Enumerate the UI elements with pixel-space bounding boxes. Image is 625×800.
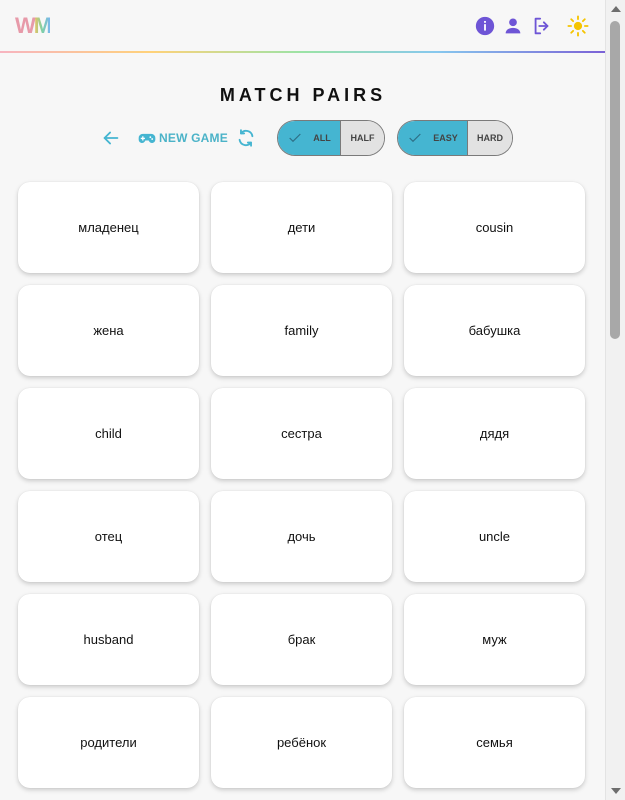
word-card[interactable]: cousin: [404, 182, 585, 273]
word-card[interactable]: семья: [404, 697, 585, 788]
refresh-icon[interactable]: [235, 127, 257, 149]
new-game-label: NEW GAME: [159, 131, 228, 145]
word-card[interactable]: родители: [18, 697, 199, 788]
difficulty-option-easy[interactable]: EASY: [398, 121, 467, 155]
word-card[interactable]: жена: [18, 285, 199, 376]
scope-option-half[interactable]: HALF: [340, 121, 384, 155]
difficulty-toggle: EASY HARD: [397, 120, 513, 156]
top-bar: WM: [0, 0, 606, 53]
difficulty-option-hard[interactable]: HARD: [467, 121, 512, 155]
word-card[interactable]: дядя: [404, 388, 585, 479]
gamepad-icon: [138, 133, 156, 143]
info-icon[interactable]: [474, 15, 496, 37]
scrollbar-thumb[interactable]: [610, 21, 620, 339]
game-controls: NEW GAME ALL HALF EASY HARD: [0, 118, 606, 158]
word-card[interactable]: бабушка: [404, 285, 585, 376]
user-icon[interactable]: [502, 15, 524, 37]
scroll-down-arrow-icon[interactable]: [611, 788, 621, 794]
scope-option-all[interactable]: ALL: [278, 121, 340, 155]
sun-icon[interactable]: [567, 15, 589, 37]
word-card[interactable]: family: [211, 285, 392, 376]
new-game-button[interactable]: NEW GAME: [137, 128, 228, 148]
scroll-up-arrow-icon[interactable]: [611, 6, 621, 12]
word-card[interactable]: отец: [18, 491, 199, 582]
word-card[interactable]: муж: [404, 594, 585, 685]
vertical-scrollbar[interactable]: [605, 0, 625, 800]
scope-half-label: HALF: [350, 133, 375, 143]
word-card[interactable]: сестра: [211, 388, 392, 479]
word-card[interactable]: брак: [211, 594, 392, 685]
word-card[interactable]: дети: [211, 182, 392, 273]
check-icon: [409, 133, 421, 143]
cards-grid: младенец дети cousin жена family бабушка…: [18, 182, 586, 788]
header-divider: [0, 51, 606, 53]
difficulty-easy-label: EASY: [433, 133, 458, 143]
word-card[interactable]: ребёнок: [211, 697, 392, 788]
difficulty-hard-label: HARD: [477, 133, 503, 143]
logout-icon[interactable]: [531, 15, 553, 37]
word-card[interactable]: младенец: [18, 182, 199, 273]
word-card[interactable]: uncle: [404, 491, 585, 582]
check-icon: [289, 133, 302, 143]
page-title: MATCH PAIRS: [219, 85, 387, 105]
scope-toggle: ALL HALF: [277, 120, 385, 156]
arrow-left-icon[interactable]: [100, 127, 122, 149]
app-logo[interactable]: WM: [15, 14, 59, 38]
scope-all-label: ALL: [313, 133, 331, 143]
word-card[interactable]: child: [18, 388, 199, 479]
word-card[interactable]: husband: [18, 594, 199, 685]
word-card[interactable]: дочь: [211, 491, 392, 582]
